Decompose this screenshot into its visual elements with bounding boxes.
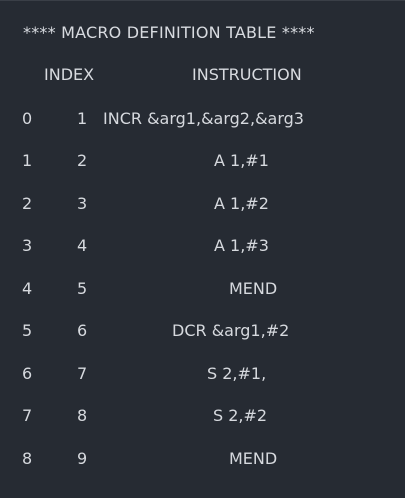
table-row: 6 7 S 2,#1, bbox=[0, 364, 405, 386]
table-row: 1 2 A 1,#1 bbox=[0, 151, 405, 173]
row-index: 8 bbox=[77, 406, 88, 425]
row-instruction: S 2,#2 bbox=[213, 406, 268, 425]
row-index: 1 bbox=[77, 109, 88, 128]
row-index: 4 bbox=[77, 236, 88, 255]
row-index: 5 bbox=[77, 279, 88, 298]
table-row: 4 5 MEND bbox=[0, 279, 405, 301]
console-output: **** MACRO DEFINITION TABLE **** INDEX I… bbox=[0, 0, 405, 498]
row-index: 3 bbox=[77, 194, 88, 213]
row-number: 5 bbox=[22, 321, 33, 340]
table-row: 7 8 S 2,#2 bbox=[0, 406, 405, 428]
row-index: 9 bbox=[77, 449, 88, 468]
row-instruction: S 2,#1, bbox=[207, 364, 267, 383]
table-row: 5 6 DCR &arg1,#2 bbox=[0, 321, 405, 343]
table-title: **** MACRO DEFINITION TABLE **** bbox=[23, 23, 315, 42]
column-header-index: INDEX bbox=[44, 65, 95, 84]
table-row: 8 9 MEND bbox=[0, 449, 405, 471]
table-row: 2 3 A 1,#2 bbox=[0, 194, 405, 216]
row-number: 6 bbox=[22, 364, 33, 383]
row-instruction: INCR &arg1,&arg2,&arg3 bbox=[103, 109, 304, 128]
table-row: 3 4 A 1,#3 bbox=[0, 236, 405, 258]
row-instruction: A 1,#2 bbox=[214, 194, 269, 213]
row-index: 7 bbox=[77, 364, 88, 383]
table-row: 0 1 INCR &arg1,&arg2,&arg3 bbox=[0, 109, 405, 131]
row-number: 4 bbox=[22, 279, 33, 298]
row-instruction: A 1,#1 bbox=[214, 151, 269, 170]
row-number: 0 bbox=[22, 109, 33, 128]
row-index: 2 bbox=[77, 151, 88, 170]
row-instruction: MEND bbox=[229, 279, 278, 298]
row-index: 6 bbox=[77, 321, 88, 340]
row-instruction: DCR &arg1,#2 bbox=[172, 321, 290, 340]
row-instruction: A 1,#3 bbox=[214, 236, 269, 255]
row-instruction: MEND bbox=[229, 449, 278, 468]
row-number: 1 bbox=[22, 151, 33, 170]
column-header-instruction: INSTRUCTION bbox=[192, 65, 302, 84]
row-number: 8 bbox=[22, 449, 33, 468]
row-number: 7 bbox=[22, 406, 33, 425]
row-number: 3 bbox=[22, 236, 33, 255]
row-number: 2 bbox=[22, 194, 33, 213]
